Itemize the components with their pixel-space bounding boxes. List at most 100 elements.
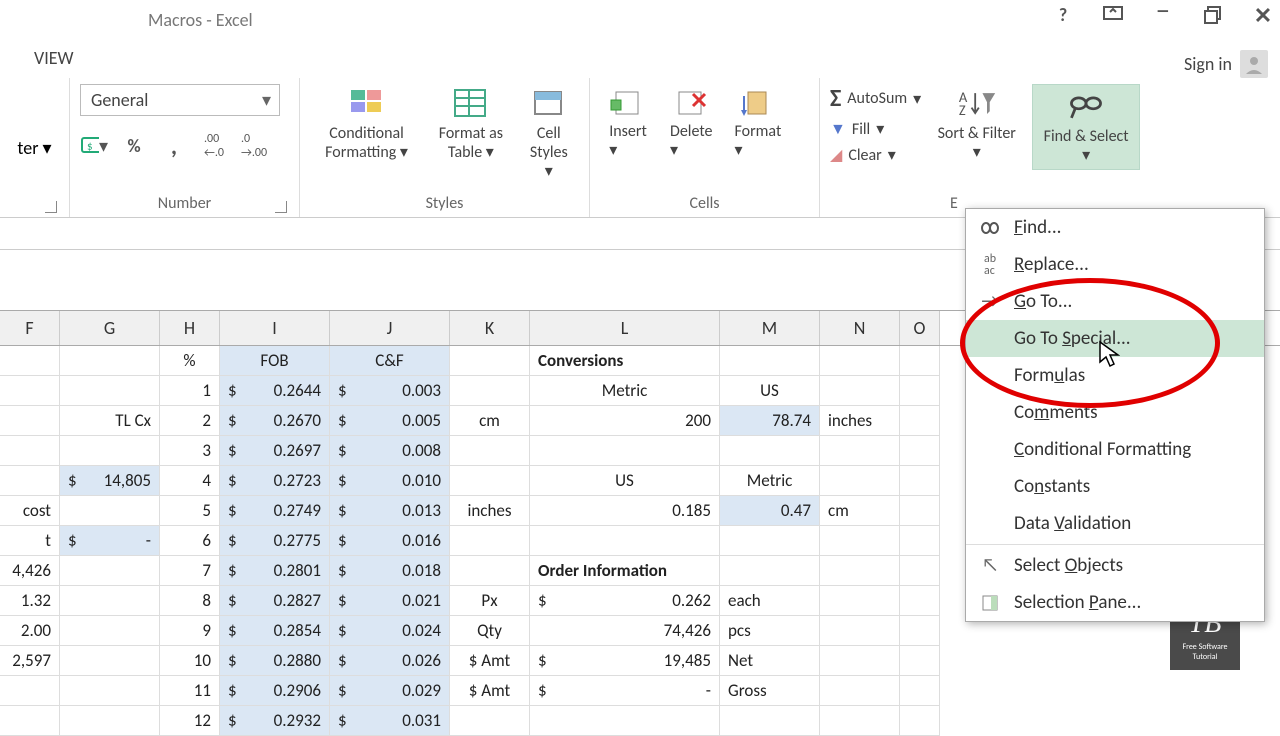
cell[interactable]: pcs [720,616,820,646]
insert-button[interactable]: Insert▾ [600,84,656,162]
cell[interactable]: $0.2723 [220,466,330,496]
cell[interactable] [900,616,940,646]
menu-replace[interactable]: abacReplace... [966,246,1264,283]
cell[interactable] [820,616,900,646]
cell[interactable]: cm [820,496,900,526]
cell[interactable]: Metric [720,466,820,496]
cell[interactable]: Net [720,646,820,676]
cell[interactable]: 200 [530,406,720,436]
cell[interactable] [720,526,820,556]
clear-button[interactable]: ◢Clear ▾ [830,145,921,165]
accounting-icon[interactable]: $▾ [80,134,108,158]
menu-formulas[interactable]: Formulas [966,357,1264,394]
menu-comments[interactable]: Comments [966,394,1264,431]
help-icon[interactable]: ? [1052,4,1074,26]
cell[interactable]: $0.2827 [220,586,330,616]
cell[interactable] [530,436,720,466]
cell[interactable] [530,526,720,556]
cell[interactable]: 10 [160,646,220,676]
cell[interactable]: $0.2670 [220,406,330,436]
cell[interactable] [0,706,60,736]
menu-selection-pane[interactable]: Selection Pane... [966,584,1264,621]
comma-icon[interactable]: , [160,134,188,158]
cell[interactable]: $- [530,676,720,706]
cell[interactable] [900,466,940,496]
cell[interactable]: 5 [160,496,220,526]
cell[interactable] [820,526,900,556]
dialog-launcher-icon[interactable] [45,201,57,213]
cell[interactable] [900,406,940,436]
cell[interactable]: $0.2880 [220,646,330,676]
cell[interactable] [450,436,530,466]
cell[interactable]: $ Amt [450,646,530,676]
cell[interactable] [0,376,60,406]
cell[interactable] [720,556,820,586]
col-header[interactable]: N [820,311,900,345]
cell[interactable] [60,676,160,706]
cell[interactable] [450,526,530,556]
cell[interactable]: $0.2644 [220,376,330,406]
find-select-button[interactable]: Find & Select ▾ [1032,84,1140,170]
cell[interactable] [720,346,820,376]
cell[interactable]: each [720,586,820,616]
ribbon-options-icon[interactable] [1102,4,1124,26]
cell[interactable]: $14,805 [60,466,160,496]
cell[interactable]: Order Information [530,556,720,586]
cell[interactable]: $0.026 [330,646,450,676]
format-as-table-button[interactable]: Format as Table ▾ [429,84,513,164]
fill-button[interactable]: ▼Fill ▾ [830,119,921,139]
cell[interactable]: inches [820,406,900,436]
cell[interactable]: $ Amt [450,676,530,706]
cell[interactable] [900,586,940,616]
col-header[interactable]: O [900,311,940,345]
tab-view[interactable]: VIEW [22,43,86,73]
cell[interactable] [900,526,940,556]
center-button[interactable]: ter ▾ [17,137,51,159]
cell[interactable] [60,436,160,466]
cell[interactable]: 9 [160,616,220,646]
cell[interactable]: $0.018 [330,556,450,586]
cell[interactable] [720,706,820,736]
col-header[interactable]: F [0,311,60,345]
cell[interactable] [450,376,530,406]
cell[interactable]: $0.262 [530,586,720,616]
cell[interactable]: $0.021 [330,586,450,616]
cell[interactable] [450,346,530,376]
cell-styles-button[interactable]: Cell Styles ▾ [519,84,579,184]
cell[interactable]: Qty [450,616,530,646]
minimize-icon[interactable]: − [1152,0,1174,21]
cell[interactable] [60,646,160,676]
cell[interactable]: $0.013 [330,496,450,526]
cell[interactable] [450,556,530,586]
cell[interactable] [900,556,940,586]
autosum-button[interactable]: ΣAutoSum ▾ [830,84,921,113]
cell[interactable] [900,376,940,406]
conditional-formatting-button[interactable]: Conditional Formatting ▾ [310,84,423,164]
sort-filter-button[interactable]: AZ Sort & Filter ▾ [927,84,1026,164]
cell[interactable]: 2 [160,406,220,436]
decrease-decimal-icon[interactable]: .0→.00 [240,134,268,158]
cell[interactable]: $0.2854 [220,616,330,646]
col-header[interactable]: L [530,311,720,345]
cell[interactable] [900,496,940,526]
cell[interactable]: 8 [160,586,220,616]
cell[interactable]: $19,485 [530,646,720,676]
cell[interactable]: 12 [160,706,220,736]
cell[interactable] [530,706,720,736]
col-header[interactable]: J [330,311,450,345]
cell[interactable]: $0.010 [330,466,450,496]
cell[interactable]: % [160,346,220,376]
cell[interactable] [820,586,900,616]
cell[interactable]: 4,426 [0,556,60,586]
cell[interactable] [60,706,160,736]
cell[interactable]: Px [450,586,530,616]
cell[interactable]: 11 [160,676,220,706]
cell[interactable]: $0.029 [330,676,450,706]
cell[interactable] [900,646,940,676]
cell[interactable]: $0.003 [330,376,450,406]
cell[interactable]: 74,426 [530,616,720,646]
cell[interactable] [60,376,160,406]
cell[interactable] [820,436,900,466]
cell[interactable] [450,466,530,496]
cell[interactable] [0,676,60,706]
